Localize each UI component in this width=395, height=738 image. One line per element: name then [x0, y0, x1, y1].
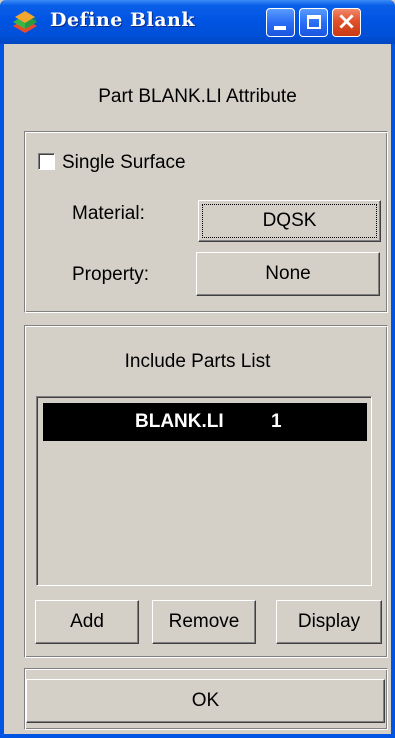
part-attribute-heading: Part BLANK.LI Attribute [98, 86, 297, 107]
title-bar[interactable]: Define Blank × [0, 0, 395, 44]
parts-listbox[interactable]: BLANK.LI 1 [36, 396, 372, 586]
display-button[interactable]: Display [276, 600, 382, 644]
maximize-icon [307, 15, 321, 29]
list-item[interactable]: BLANK.LI 1 [43, 403, 367, 441]
property-label: Property: [72, 264, 150, 285]
minimize-icon [274, 26, 286, 30]
part-name: BLANK.LI [135, 411, 224, 432]
window-title: Define Blank [50, 9, 196, 31]
material-value: DQSK [262, 210, 317, 231]
property-button[interactable]: None [196, 252, 380, 296]
remove-button[interactable]: Remove [152, 600, 256, 644]
app-icon [13, 11, 37, 33]
close-button[interactable]: × [332, 7, 361, 37]
part-id: 1 [271, 411, 282, 432]
maximize-button[interactable] [299, 8, 328, 37]
ok-button[interactable]: OK [26, 679, 385, 723]
single-surface-checkbox[interactable] [38, 153, 55, 170]
material-button[interactable]: DQSK [198, 200, 381, 242]
minimize-button[interactable] [266, 8, 295, 37]
close-icon: × [336, 7, 357, 35]
property-value: None [265, 263, 311, 284]
single-surface-label: Single Surface [62, 152, 186, 173]
add-button[interactable]: Add [35, 600, 139, 644]
material-label: Material: [72, 203, 145, 224]
include-parts-list-title: Include Parts List [124, 351, 271, 372]
